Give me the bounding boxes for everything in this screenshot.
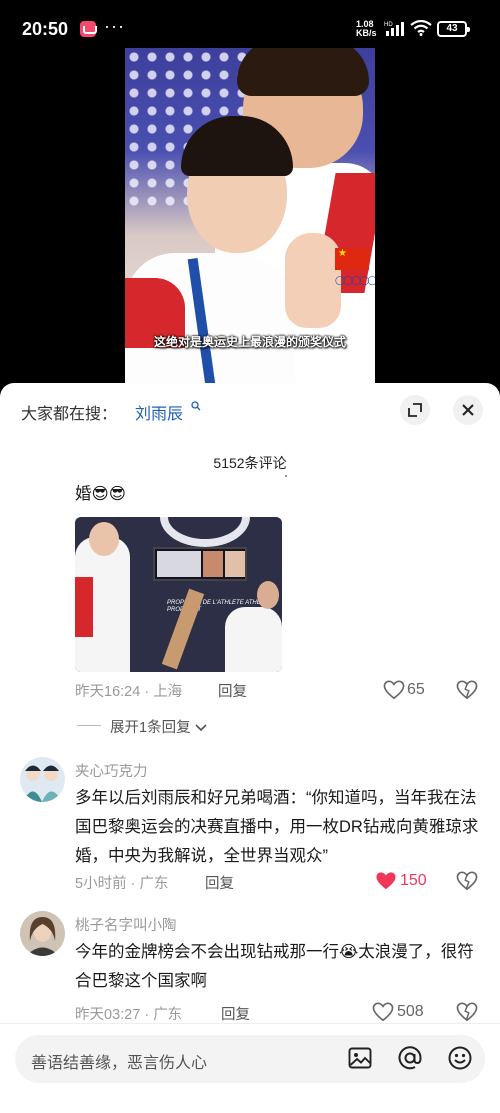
avatar[interactable] [20,911,65,956]
trending-search-label: 大家都在搜： [21,406,118,423]
comment-input[interactable]: 善语结善缘，恶言伤人心 [15,1035,485,1083]
emoji-icon[interactable] [447,1045,473,1071]
trending-search-row: 大家都在搜： 刘雨辰 [0,383,500,435]
comment-text: 今年的金牌榜会不会出现钻戒那一行😭太浪漫了，很符合巴黎这个国家啊 [75,943,474,990]
video-caption: 这绝对是奥运史上最浪漫的颁奖仪式 [153,335,346,349]
chevron-down-icon [195,724,207,732]
comment-count: 5152条评论 [213,455,287,471]
search-icon[interactable] [191,401,201,411]
comment-sheet: 大家都在搜： 刘雨辰 5152条评论 婚😎😎 PROPMENT DE L'ATH… [0,383,500,1113]
comment-input-bar: 善语结善缘，恶言伤人心 [0,1023,500,1113]
status-bar: 20:50 ··· 1.08 KB/s HD 43 [0,0,500,48]
network-speed-unit: KB/s [356,28,377,38]
like-count: 508 [397,1003,424,1020]
comment-time: 5小时前 · 广东 [75,876,169,892]
video-player[interactable]: ◯◯◯◯◯ 这绝对是奥运史上最浪漫的颁奖仪式 [0,48,500,388]
reply-button[interactable]: 回复 [205,872,234,893]
minimize-icon [408,403,422,417]
like-icon[interactable] [383,680,405,700]
comment-text: 多年以后刘雨辰和好兄弟喝酒：“你知道吗，当年我在法国巴黎奥运会的决赛直播中，用一… [75,789,479,865]
image-icon[interactable] [347,1045,373,1071]
network-speed: 1.08 KB/s [356,20,377,38]
dislike-icon[interactable] [456,1002,478,1022]
comment-username[interactable]: 桃子名字叫小陶 [75,914,177,935]
hd-label: HD [384,22,393,28]
olympic-rings-icon: ◯◯◯◯◯ [335,275,375,285]
comment-text: 婚😎😎 [75,485,126,503]
comment-time: 昨天03:27 · 广东 [75,1007,183,1023]
like-count: 150 [400,872,427,889]
app-notification-icon [80,21,97,37]
like-icon[interactable] [372,1002,394,1022]
cellular-signal-icon: HD [384,22,404,36]
comment-image-screen [153,547,247,581]
close-icon [462,404,474,416]
reply-button[interactable]: 回复 [218,680,247,701]
close-button[interactable] [453,395,483,425]
comment-username[interactable]: 夹心巧克力 [75,760,148,781]
avatar[interactable] [20,757,65,802]
comment-input-placeholder: 善语结善缘，恶言伤人心 [31,1055,208,1072]
status-time: 20:50 [22,19,69,39]
comment-image[interactable]: PROPMENT DE L'ATHLETE ATHLETE PROPMENT [75,517,282,672]
more-notifications-icon: ··· [104,16,125,36]
trending-search-term[interactable]: 刘雨辰 [135,400,183,424]
dislike-icon[interactable] [456,871,478,891]
comment-time: 昨天16:24 · 上海 [75,684,183,700]
china-flag-icon [335,248,369,270]
dislike-icon[interactable] [456,680,478,700]
avatar-image [20,757,65,802]
like-icon-liked[interactable] [375,871,397,891]
mention-icon[interactable] [397,1045,423,1071]
minimize-button[interactable] [400,395,430,425]
expand-replies-button[interactable]: 展开1条回复 [110,716,207,737]
battery-icon: 43 [437,21,470,37]
reply-button[interactable]: 回复 [221,1003,250,1024]
video-frame[interactable]: ◯◯◯◯◯ 这绝对是奥运史上最浪漫的颁奖仪式 [125,48,375,388]
avatar-image [20,911,65,956]
ring-hand [285,233,341,328]
like-count: 65 [407,681,425,698]
wifi-icon [410,20,432,36]
